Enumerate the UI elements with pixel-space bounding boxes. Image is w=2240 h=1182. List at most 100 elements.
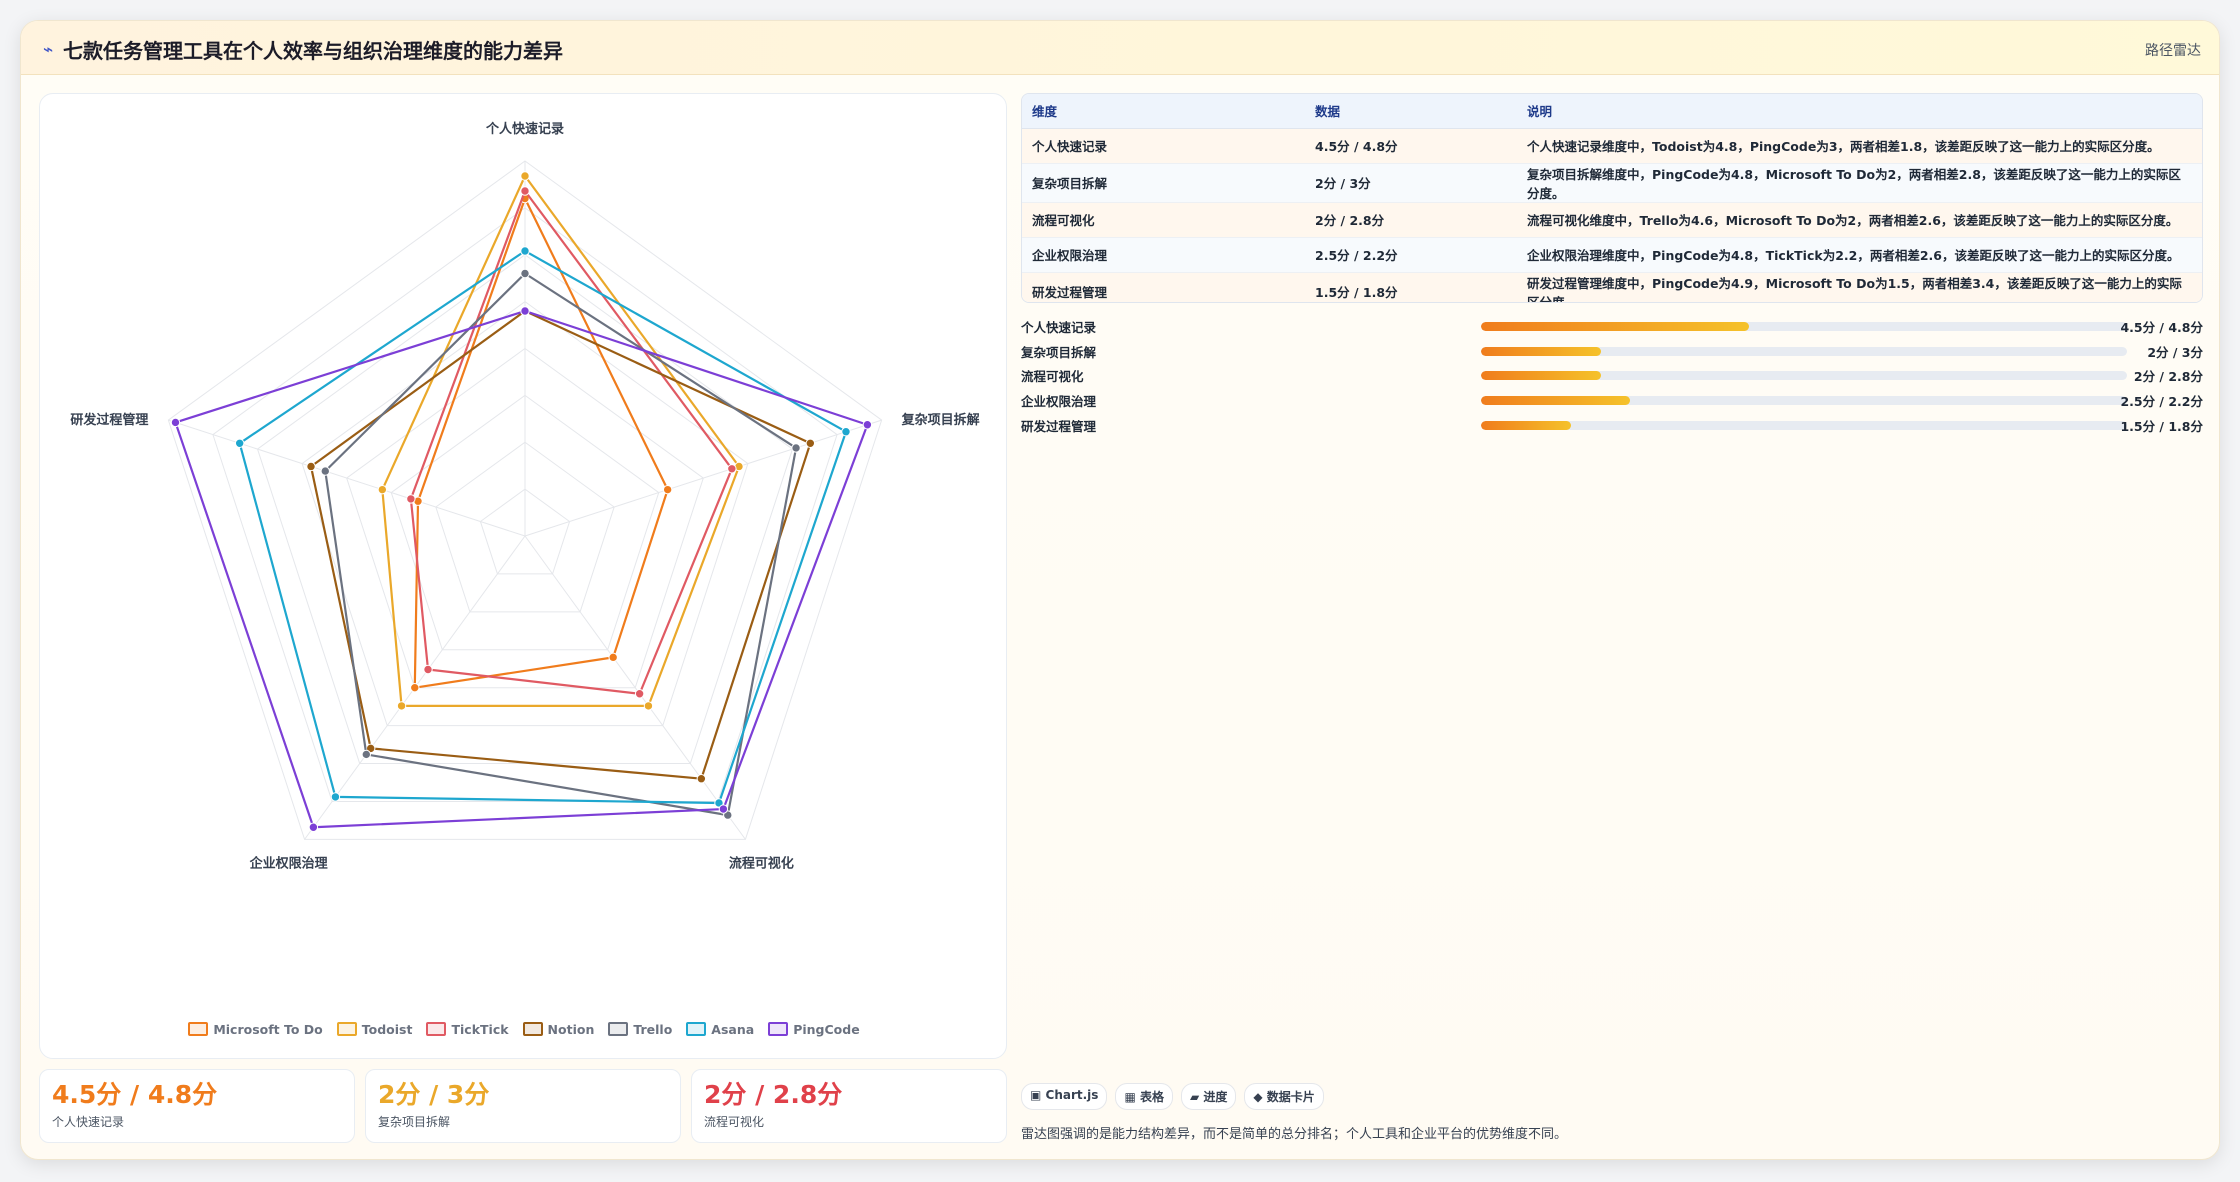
legend-item[interactable]: Todoist	[336, 1018, 413, 1040]
legend-swatch	[522, 1022, 543, 1036]
footnote: 雷达图强调的是能力结构差异，而不是简单的总分排名；个人工具和企业平台的优势维度不…	[1021, 1127, 1568, 1142]
table-cell: 个人快速记录	[1022, 128, 1305, 164]
table-cell: 流程可视化	[1022, 202, 1305, 238]
kpi-card: 4.5分 / 4.8分 个人快速记录	[39, 1069, 355, 1143]
tag-data-cards[interactable]: ◆ 数据卡片	[1244, 1083, 1324, 1110]
table-cell: 4.5分 / 4.8分	[1305, 128, 1517, 164]
legend-label: Notion	[547, 1021, 595, 1037]
progress-label: 流程可视化	[1021, 369, 1084, 385]
data-point	[308, 822, 319, 832]
radar-chart: 个人快速记录复杂项目拆解流程可视化 企业权限治理 研发过程管理	[70, 121, 980, 871]
axis-label: 个人快速记录	[485, 121, 564, 137]
table-row: 复杂项目拆解 2分 / 3分 复杂项目拆解维度中，PingCode为4.8，Mi…	[1022, 163, 2202, 203]
series-line	[409, 189, 733, 695]
legend-item[interactable]: TickTick	[426, 1018, 509, 1040]
axis-label: 复杂项目拆解	[901, 412, 980, 428]
progress-track	[1481, 420, 2127, 430]
table-row: 个人快速记录 4.5分 / 4.8分 个人快速记录维度中，Todoist为4.8…	[1022, 128, 2202, 164]
series-line	[324, 272, 798, 817]
legend-item[interactable]: Notion	[522, 1018, 595, 1040]
data-point	[330, 792, 341, 802]
table-cell: 2分 / 2.8分	[1305, 202, 1517, 238]
data-point	[520, 171, 530, 181]
progress-fill	[1481, 396, 1630, 406]
table-row: 企业权限治理 2.5分 / 2.2分 企业权限治理维度中，PingCode为4.…	[1022, 237, 2202, 273]
table-cell: 个人快速记录维度中，Todoist为4.8，PingCode为3，两者相差1.8…	[1517, 128, 2202, 164]
data-table: 维度 数据 说明 个人快速记录 4.5分 / 4.8分 个人快速记录维度中，To…	[1022, 94, 2202, 302]
data-point	[377, 484, 388, 495]
kpi-row: 4.5分 / 4.8分 个人快速记录 2分 / 3分 复杂项目拆解 2分 / 2…	[39, 1069, 1007, 1143]
progress-value: 2分 / 3分	[2147, 344, 2203, 360]
legend-swatch	[336, 1022, 357, 1036]
progress-label: 研发过程管理	[1021, 418, 1097, 434]
data-point	[520, 268, 530, 279]
progress-fill	[1481, 420, 1572, 430]
data-point	[862, 420, 873, 430]
kpi-value: 2分 / 3分	[378, 1080, 490, 1109]
tag-chartjs[interactable]: ▣ Chart.js	[1021, 1083, 1108, 1110]
table-row: 流程可视化 2分 / 2.8分 流程可视化维度中，Trello为4.6，Micr…	[1022, 202, 2202, 238]
column-header-dimension: 维度	[1022, 94, 1305, 129]
legend-item[interactable]: Microsoft To Do	[188, 1018, 323, 1040]
table-cell: 流程可视化维度中，Trello为4.6，Microsoft To Do为2，两者…	[1517, 202, 2202, 238]
progress-row: 研发过程管理 1.5分 / 1.8分	[1021, 412, 2203, 437]
data-point	[520, 246, 530, 256]
data-point	[718, 804, 729, 814]
data-point	[410, 682, 420, 693]
data-point	[662, 484, 673, 495]
progress-label: 个人快速记录	[1021, 320, 1097, 335]
legend-label: Todoist	[361, 1021, 413, 1037]
table-cell: 1.5分 / 1.8分	[1305, 272, 1517, 302]
data-point	[520, 306, 530, 316]
data-point	[423, 664, 433, 675]
data-point	[696, 774, 707, 784]
progress-fill	[1481, 322, 1750, 331]
data-point	[406, 494, 416, 504]
data-point	[791, 443, 801, 453]
legend-label: PingCode	[793, 1021, 860, 1037]
kpi-value: 4.5分 / 4.8分	[52, 1080, 218, 1109]
legend-item[interactable]: Trello	[608, 1018, 672, 1040]
table-cell: 企业权限治理维度中，PingCode为4.8，TickTick为2.2，两者相差…	[1517, 237, 2202, 273]
grid-spoke	[524, 419, 882, 537]
legend-swatch	[686, 1022, 707, 1036]
data-point	[634, 689, 645, 699]
table-cell: 复杂项目拆解维度中，PingCode为4.8，Microsoft To Do为2…	[1517, 163, 2202, 203]
pulse-icon: ⌁	[43, 40, 54, 60]
progress-track	[1481, 346, 2127, 356]
kpi-label: 复杂项目拆解	[378, 1115, 451, 1129]
axis-label: 研发过程管理	[70, 412, 148, 428]
legend-item[interactable]: Asana	[686, 1018, 754, 1040]
table-cell: 2分 / 3分	[1305, 163, 1517, 203]
progress-row: 复杂项目拆解 2分 / 3分	[1021, 338, 2203, 363]
data-point	[520, 186, 530, 196]
series-line	[174, 309, 869, 829]
legend-swatch	[188, 1022, 209, 1036]
tag-table[interactable]: ▦ 表格	[1115, 1083, 1173, 1110]
column-header-description: 说明	[1517, 94, 2202, 129]
progress-row: 个人快速记录 4.5分 / 4.8分	[1021, 313, 2203, 338]
header-bar: ⌁ 七款任务管理工具在个人效率与组织治理维度的能力差异 路径雷达	[21, 21, 2219, 75]
page-title: 七款任务管理工具在个人效率与组织治理维度的能力差异	[63, 39, 563, 63]
axis-label: 流程可视化	[729, 855, 794, 871]
data-point	[727, 464, 737, 474]
legend-item[interactable]: PingCode	[768, 1018, 860, 1040]
grid-spoke	[168, 419, 526, 537]
tag-progress[interactable]: ▰ 进度	[1180, 1083, 1237, 1110]
table-cell: 复杂项目拆解	[1022, 163, 1305, 203]
legend-swatch	[608, 1022, 629, 1036]
table-cell: 2.5分 / 2.2分	[1305, 237, 1517, 273]
series-line	[413, 197, 669, 689]
legend-label: Asana	[711, 1021, 755, 1037]
progress-value: 1.5分 / 1.8分	[2120, 418, 2203, 434]
data-table-card: 维度 数据 说明 个人快速记录 4.5分 / 4.8分 个人快速记录维度中，To…	[1021, 93, 2203, 303]
kpi-card: 2分 / 3分 复杂项目拆解	[365, 1069, 681, 1143]
table-row: 研发过程管理 1.5分 / 1.8分 研发过程管理维度中，PingCode为4.…	[1022, 272, 2202, 302]
kpi-label: 个人快速记录	[52, 1115, 125, 1129]
radar-chart-card: 个人快速记录 复杂项目拆解 流程可视化 企业权限治理 研发过程管理 Microsoft …	[39, 93, 1007, 1059]
table-header-row: 维度 数据 说明	[1022, 94, 2202, 129]
series-line	[381, 174, 741, 707]
legend-label: Trello	[633, 1021, 673, 1037]
tag-list: ▣ Chart.js ▦ 表格 ▰ 进度 ◆ 数据卡片	[1021, 1083, 1324, 1110]
chart-legend: Microsoft To Do Todoist TickTick Notion Trel…	[40, 1018, 1008, 1040]
